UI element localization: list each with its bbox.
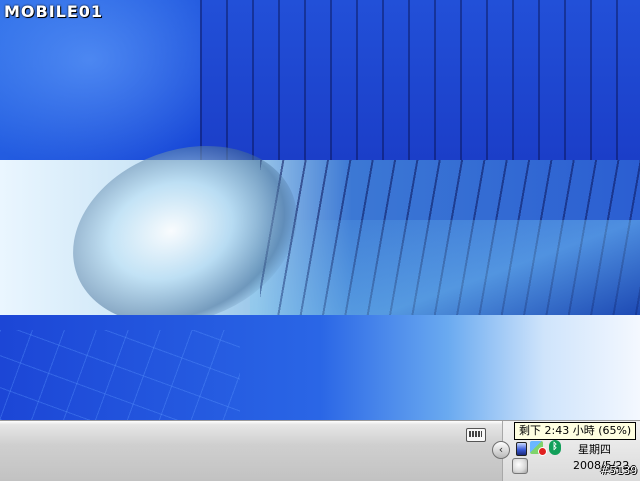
wallpaper-shard [250,220,640,315]
clock-weekday[interactable]: 星期四 [578,441,611,457]
bluetooth-icon[interactable]: ᛒ [549,440,561,455]
battery-tooltip: 剩下 2:43 小時 (65%) [514,422,637,440]
keyboard-icon[interactable] [466,428,486,442]
network-icon[interactable] [530,441,547,456]
tray-back-button[interactable]: ‹ [492,441,510,459]
touch-icon[interactable] [512,458,528,474]
wallpaper-building-layer [200,0,640,160]
wallpaper-grid [0,330,240,420]
battery-icon[interactable] [516,442,527,456]
image-watermark: #5139 [600,464,638,477]
mobile01-logo: MOBILE01 [4,2,104,21]
desktop-wallpaper [0,0,640,420]
